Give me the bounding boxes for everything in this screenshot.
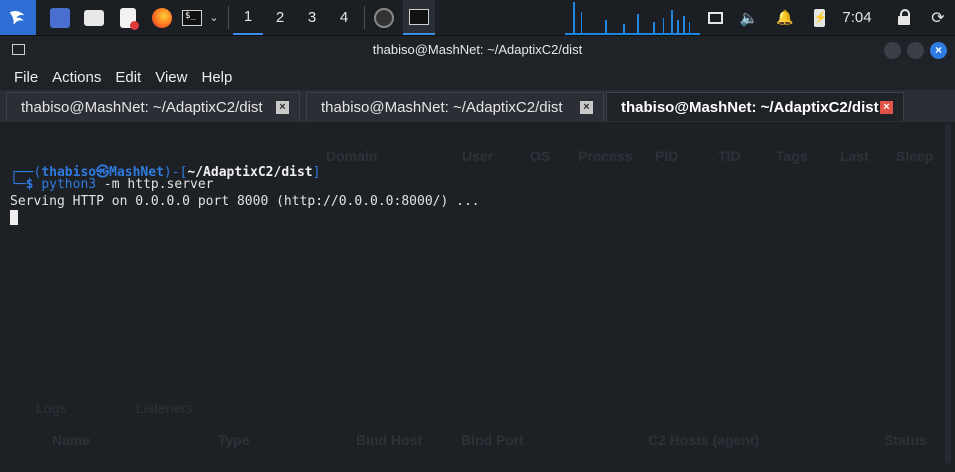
terminal-view[interactable]: Domain User OS Process PID TID Tags Last… [0,122,955,472]
bg-col-process: Process [578,148,633,164]
workspace-2[interactable]: 2 [265,0,295,35]
bg-tab-listeners: Listeners [136,400,193,416]
task-adaptix-client[interactable] [368,0,400,35]
bg-col-pid: PID [655,148,679,164]
window-title: thabiso@MashNet: ~/AdaptixC2/dist [372,42,583,57]
bg-col-sleep: Sleep [896,148,934,164]
bg-lcol-type: Type [218,432,250,448]
menu-edit[interactable]: Edit [108,69,148,86]
terminal-scrollbar[interactable] [945,124,951,464]
tab-close-icon[interactable]: × [580,101,593,114]
tab-label: thabiso@MashNet: ~/AdaptixC2/dist [21,98,263,116]
tab-terminal-1[interactable]: thabiso@MashNet: ~/AdaptixC2/dist × [6,92,300,121]
bg-lcol-status: Status [884,432,927,448]
file-manager-icon[interactable] [80,0,108,35]
bg-col-last: Last [840,148,869,164]
window-titlebar[interactable]: thabiso@MashNet: ~/AdaptixC2/dist × [0,36,955,64]
bg-lcol-bind-host: Bind Host [356,432,423,448]
bg-tab-logs: Logs [36,400,67,416]
firefox-icon[interactable] [148,0,176,35]
kali-menu-icon[interactable] [0,0,36,35]
task-terminal[interactable] [403,0,435,35]
prompt-dollar: └─$ [10,177,42,192]
show-desktop-icon[interactable] [46,0,74,35]
top-panel: $_ ⌄ 1 2 3 4 🔈 🔔 ⚡ 7:04 ⟳ [0,0,955,36]
bg-col-user: User [462,148,494,164]
maximize-button[interactable] [907,42,924,59]
bg-col-os: OS [530,148,551,164]
minimize-button[interactable] [884,42,901,59]
menu-file[interactable]: File [0,69,45,86]
workspace-4[interactable]: 4 [329,0,359,35]
command-args: -m http.server [96,177,214,192]
terminal-icon[interactable]: $_ [180,0,204,35]
tab-label: thabiso@MashNet: ~/AdaptixC2/dist [621,98,879,116]
close-button[interactable]: × [930,42,947,59]
notification-bell-icon[interactable]: 🔔 [774,0,796,35]
prompt-line-2: └─$ python3 -m http.server [10,177,214,192]
tab-label: thabiso@MashNet: ~/AdaptixC2/dist [321,98,563,116]
battery-charging-icon[interactable]: ⚡ [808,0,830,35]
menu-view[interactable]: View [148,69,194,86]
bg-col-tid: TID [718,148,741,164]
network-activity-graph [565,2,700,35]
network-icon[interactable] [704,0,726,35]
menubar: File Actions Edit View Help [0,64,955,90]
terminal-window: thabiso@MashNet: ~/AdaptixC2/dist × File… [0,36,955,472]
clock[interactable]: 7:04 [837,0,877,35]
text-editor-icon[interactable] [114,0,142,35]
tab-close-icon[interactable]: × [880,101,893,114]
volume-icon[interactable]: 🔈 [738,0,760,35]
tab-terminal-2[interactable]: thabiso@MashNet: ~/AdaptixC2/dist × [306,92,604,121]
bg-col-tags: Tags [776,148,808,164]
command-name: python3 [41,177,97,192]
workspace-3[interactable]: 3 [297,0,327,35]
prompt-frame-close: ] [312,165,321,180]
power-icon[interactable]: ⟳ [927,0,949,35]
bg-lcol-bind-port: Bind Port [461,432,524,448]
tab-terminal-3[interactable]: thabiso@MashNet: ~/AdaptixC2/dist × [606,92,904,121]
workspace-1[interactable]: 1 [233,0,263,35]
dropdown-chevron-icon[interactable]: ⌄ [206,0,222,35]
command-output: Serving HTTP on 0.0.0.0 port 8000 (http:… [10,194,480,209]
tab-bar: thabiso@MashNet: ~/AdaptixC2/dist × thab… [0,90,955,122]
menu-help[interactable]: Help [194,69,239,86]
bg-col-domain: Domain [326,148,378,164]
bg-lcol-c2-hosts: C2 Hosts (agent) [648,432,760,448]
lock-icon[interactable] [893,0,915,35]
terminal-cursor [10,210,18,225]
tab-close-icon[interactable]: × [276,101,289,114]
menu-actions[interactable]: Actions [45,69,108,86]
bg-lcol-name: Name [52,432,91,448]
